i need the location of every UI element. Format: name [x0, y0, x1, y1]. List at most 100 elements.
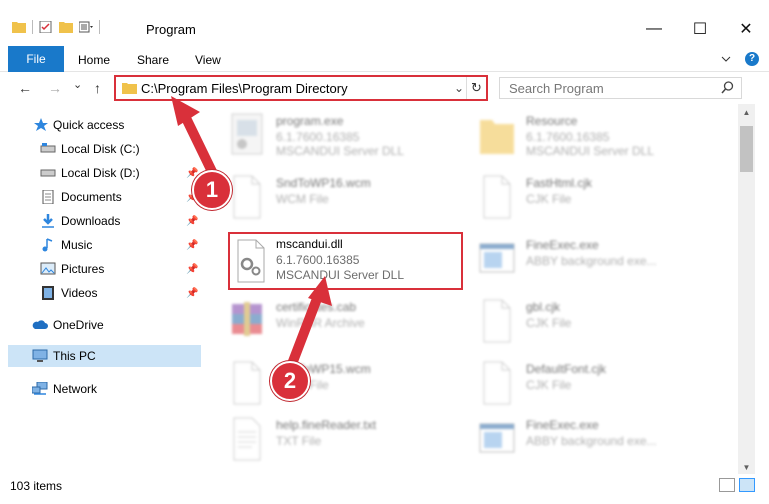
- view-switcher: [719, 478, 755, 492]
- pin-icon[interactable]: 📌: [186, 264, 198, 275]
- vertical-scrollbar[interactable]: ▲ ▼: [738, 104, 755, 474]
- list-item[interactable]: FineExec.exe ABBY background exe...: [470, 410, 710, 470]
- sidebar-item-label: Videos: [61, 286, 98, 300]
- search-input[interactable]: Search Program: [509, 81, 604, 96]
- forward-button[interactable]: →: [48, 80, 62, 96]
- sidebar-item-onedrive[interactable]: OneDrive: [0, 314, 205, 336]
- quick-access-toolbar: [12, 20, 100, 34]
- properties-icon[interactable]: [39, 21, 53, 33]
- new-folder-icon[interactable]: [59, 21, 73, 33]
- scroll-down-icon[interactable]: ▼: [738, 463, 755, 472]
- sidebar-item-local-disk-c[interactable]: Local Disk (C:): [0, 138, 205, 160]
- file-type: TXT File: [276, 434, 322, 448]
- list-item[interactable]: help.fineReader.txt TXT File: [220, 410, 460, 470]
- list-item[interactable]: DefaultFont.cjk CJK File: [470, 354, 710, 414]
- sidebar-item-quick-access[interactable]: Quick access: [0, 114, 205, 136]
- file-name: help.fineReader.txt: [276, 418, 377, 432]
- file-description: MSCANDUI Server DLL: [526, 144, 655, 158]
- list-item[interactable]: SndToWP16.wcm WCM File: [220, 168, 460, 228]
- folder-icon[interactable]: [12, 21, 26, 33]
- film-icon: [42, 286, 54, 300]
- search-box[interactable]: Search Program: [499, 77, 742, 99]
- sidebar-item-downloads[interactable]: Downloads 📌: [0, 210, 205, 232]
- sidebar-item-local-disk-d[interactable]: Local Disk (D:) 📌: [0, 162, 205, 184]
- pin-icon[interactable]: 📌: [186, 216, 198, 227]
- file-name: mscandui.dll: [276, 237, 343, 251]
- sidebar-item-label: Network: [53, 382, 98, 396]
- folder-icon: [480, 120, 514, 154]
- file-name: FastHtml.cjk: [526, 176, 592, 190]
- tab-file[interactable]: File: [8, 46, 64, 72]
- sidebar-item-pictures[interactable]: Pictures 📌: [0, 258, 205, 280]
- minimize-button[interactable]: —: [631, 14, 677, 44]
- sidebar-item-network[interactable]: Network: [0, 378, 205, 400]
- file-version: 6.1.7600.16385: [276, 130, 360, 144]
- list-item[interactable]: SndToWP15.wcm WCM File: [220, 354, 460, 414]
- sidebar-item-documents[interactable]: Documents 📌: [0, 186, 205, 208]
- drive-icon: [40, 143, 56, 153]
- file-name: DefaultFont.cjk: [526, 362, 607, 376]
- ribbon-tabs: File Home Share View ?: [0, 44, 769, 72]
- pin-icon[interactable]: 📌: [186, 240, 198, 251]
- sidebar-item-label: Local Disk (C:): [61, 142, 140, 156]
- back-button[interactable]: ←: [18, 80, 32, 96]
- ribbon-controls: ?: [721, 52, 759, 66]
- list-item[interactable]: FastHtml.cjk CJK File: [470, 168, 710, 228]
- sidebar-item-videos[interactable]: Videos 📌: [0, 282, 205, 304]
- sidebar-item-label: This PC: [53, 349, 96, 363]
- help-icon[interactable]: ?: [745, 52, 759, 66]
- chevron-down-icon[interactable]: [721, 56, 731, 62]
- list-item[interactable]: program.exe 6.1.7600.16385 MSCANDUI Serv…: [220, 106, 460, 166]
- maximize-button[interactable]: ☐: [677, 14, 723, 44]
- navigation-bar: ← → ⌄ ↑ C:\Program Files\Program Directo…: [0, 72, 769, 104]
- search-icon[interactable]: [721, 81, 734, 94]
- up-button[interactable]: ↑: [94, 80, 101, 96]
- file-name: program.exe: [276, 114, 344, 128]
- star-icon: [34, 118, 48, 131]
- tiles-view-icon[interactable]: [739, 478, 755, 492]
- list-item[interactable]: FineExec.exe ABBY background exe...: [470, 230, 710, 290]
- details-view-icon[interactable]: [719, 478, 735, 492]
- recent-locations-button[interactable]: ⌄: [73, 78, 82, 91]
- list-item[interactable]: gbl.cjk CJK File: [470, 292, 710, 352]
- address-path[interactable]: C:\Program Files\Program Directory: [141, 81, 348, 96]
- sidebar-item-label: Local Disk (D:): [61, 166, 140, 180]
- address-bar[interactable]: C:\Program Files\Program Directory ⌄ ↻: [114, 75, 488, 101]
- annotation-callout-1: 1: [192, 170, 232, 210]
- sidebar-item-label: Pictures: [61, 262, 105, 276]
- tab-home[interactable]: Home: [78, 48, 110, 72]
- sidebar-item-label: Music: [61, 238, 93, 252]
- refresh-button[interactable]: ↻: [466, 77, 486, 99]
- sidebar-item-music[interactable]: Music 📌: [0, 234, 205, 256]
- list-item[interactable]: certificates.cab WinRAR Archive: [220, 292, 460, 352]
- scroll-up-icon[interactable]: ▲: [738, 108, 755, 117]
- winrar-icon: [232, 302, 262, 336]
- sidebar-item-this-pc[interactable]: This PC: [8, 345, 201, 367]
- sidebar-item-label: Quick access: [53, 118, 125, 132]
- toolbar-separator: [99, 20, 100, 34]
- highlighted-file-mscandui[interactable]: mscandui.dll 6.1.7600.16385 MSCANDUI Ser…: [228, 232, 463, 290]
- window-exe-icon: [479, 423, 515, 453]
- blank-file-icon: [483, 299, 511, 343]
- list-item[interactable]: Resource 6.1.7600.16385 MSCANDUI Server …: [470, 106, 710, 166]
- drive-icon: [40, 169, 56, 177]
- close-button[interactable]: ✕: [723, 14, 769, 44]
- blank-file-icon: [483, 175, 511, 219]
- pin-icon[interactable]: 📌: [186, 288, 198, 299]
- customize-toolbar-icon[interactable]: [79, 21, 93, 33]
- exe-icon: [231, 113, 263, 155]
- address-dropdown-button[interactable]: ⌄: [454, 81, 464, 95]
- dll-gear-icon: [237, 239, 265, 283]
- navigation-pane: Quick access Local Disk (C:) Local Disk …: [0, 104, 205, 474]
- file-type: CJK File: [526, 378, 572, 392]
- tab-view[interactable]: View: [195, 48, 221, 72]
- file-type: WinRAR Archive: [276, 316, 365, 330]
- status-bar: 103 items: [0, 474, 769, 504]
- tab-share[interactable]: Share: [137, 48, 169, 72]
- file-version: 6.1.7600.16385: [276, 253, 360, 267]
- sidebar-item-label: OneDrive: [53, 318, 104, 332]
- file-name: SndToWP16.wcm: [276, 176, 371, 190]
- file-type: CJK File: [526, 316, 572, 330]
- file-version: 6.1.7600.16385: [526, 130, 610, 144]
- scrollbar-thumb[interactable]: [740, 126, 753, 172]
